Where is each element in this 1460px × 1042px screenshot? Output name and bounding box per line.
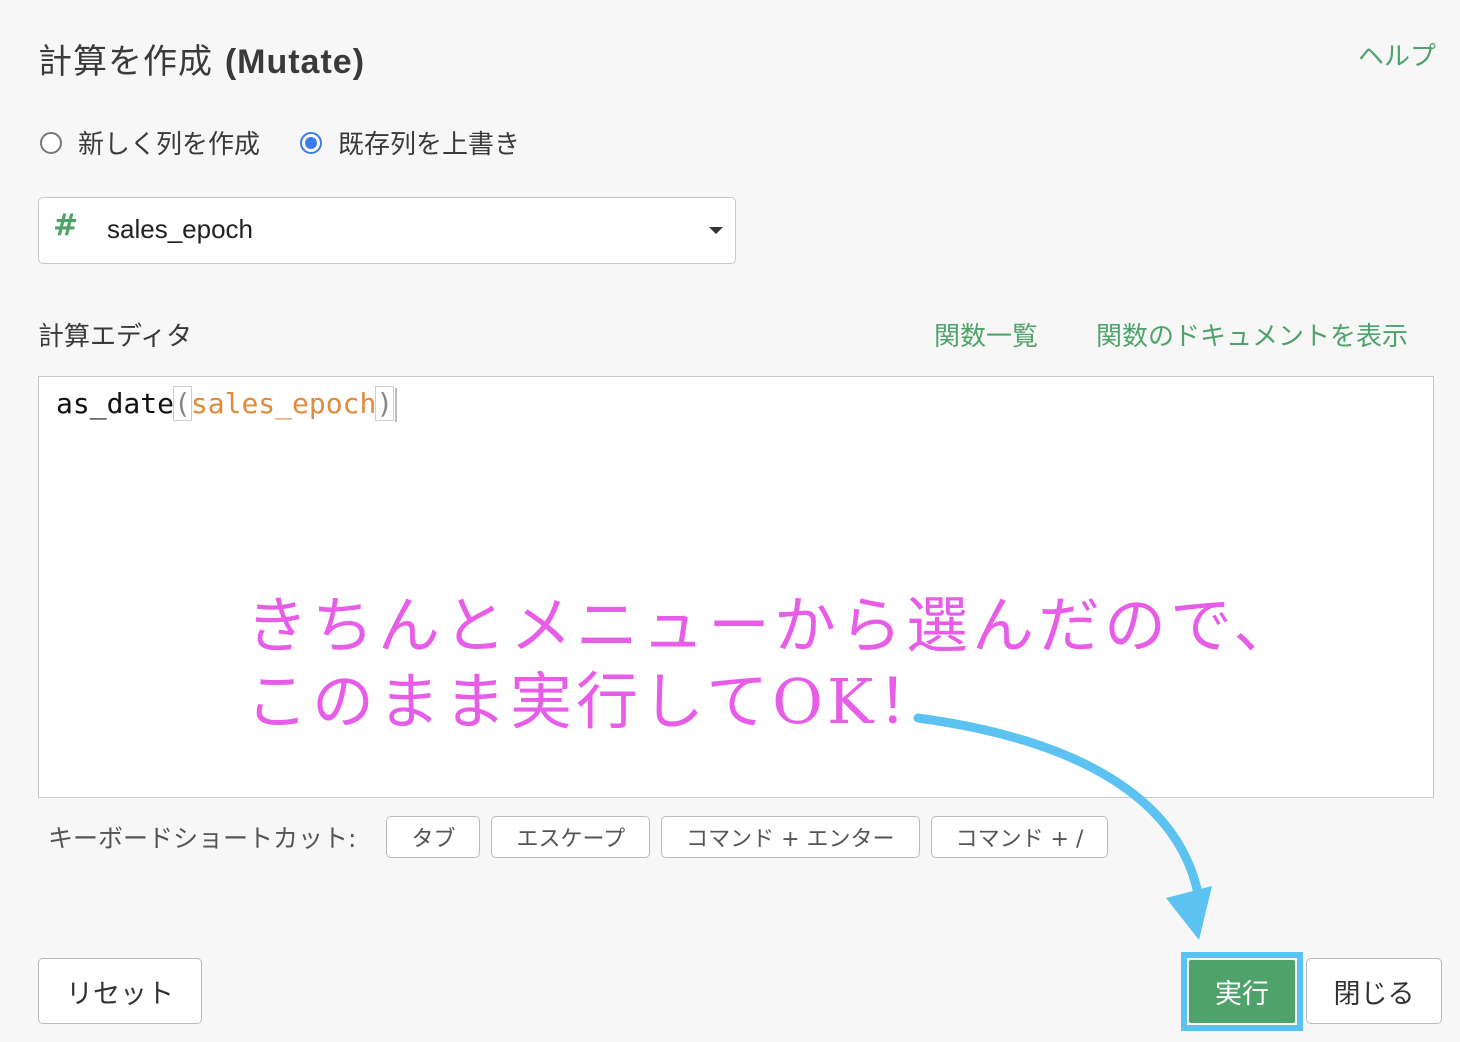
function-docs-link[interactable]: 関数のドキュメントを表示 xyxy=(1096,316,1408,353)
code-open-paren: ( xyxy=(173,386,192,421)
radio-new-column-label: 新しく列を作成 xyxy=(78,130,261,160)
annotation-line-2: このまま実行してOK！ xyxy=(246,665,944,738)
annotation-line-1: きちんとメニューから選んだので、 xyxy=(246,589,1300,662)
shortcut-escape[interactable]: エスケープ xyxy=(491,816,651,858)
numeric-type-icon: # xyxy=(53,208,79,243)
mutate-dialog: 計算を作成 (Mutate) ヘルプ 新しく列を作成 既存列を上書き # sal… xyxy=(0,0,1460,1042)
code-function: as_date xyxy=(56,387,175,420)
dialog-title: 計算を作成 (Mutate) xyxy=(38,34,365,83)
column-select-value: sales_epoch xyxy=(107,214,253,244)
radio-new-column[interactable]: 新しく列を作成 xyxy=(40,124,260,161)
code-line: as_date(sales_epoch) xyxy=(56,386,398,422)
run-button[interactable]: 実行 xyxy=(1189,960,1295,1023)
function-list-link[interactable]: 関数一覧 xyxy=(934,316,1038,353)
dialog-title-en: (Mutate) xyxy=(224,43,366,81)
radio-overwrite-column-circle[interactable] xyxy=(300,131,323,154)
annotation-text: きちんとメニューから選んだので、 このまま実行してOK！ xyxy=(246,588,1300,740)
keyboard-shortcuts: キーボードショートカット: タブ エスケープ コマンド + エンター コマンド … xyxy=(48,816,1119,858)
shortcut-cmd-enter[interactable]: コマンド + エンター xyxy=(661,816,920,858)
close-button[interactable]: 閉じる xyxy=(1306,958,1442,1024)
shortcut-cmd-slash[interactable]: コマンド + / xyxy=(930,816,1109,858)
help-link[interactable]: ヘルプ xyxy=(1358,36,1436,73)
mode-radio-group: 新しく列を作成 既存列を上書き xyxy=(40,124,560,161)
column-select[interactable]: # sales_epoch xyxy=(38,197,736,264)
code-close-paren: ) xyxy=(375,386,395,421)
radio-overwrite-column-label: 既存列を上書き xyxy=(338,130,521,160)
code-argument: sales_epoch xyxy=(190,387,377,420)
radio-new-column-circle[interactable] xyxy=(40,131,62,154)
shortcuts-label: キーボードショートカット: xyxy=(48,824,357,853)
editor-label: 計算エディタ xyxy=(38,322,193,352)
dialog-title-jp: 計算を作成 xyxy=(38,42,225,82)
text-cursor xyxy=(395,388,398,422)
caret-down-icon xyxy=(709,227,723,234)
shortcut-tab[interactable]: タブ xyxy=(386,816,481,858)
reset-button[interactable]: リセット xyxy=(38,958,202,1024)
radio-overwrite-column[interactable]: 既存列を上書き xyxy=(300,124,520,161)
